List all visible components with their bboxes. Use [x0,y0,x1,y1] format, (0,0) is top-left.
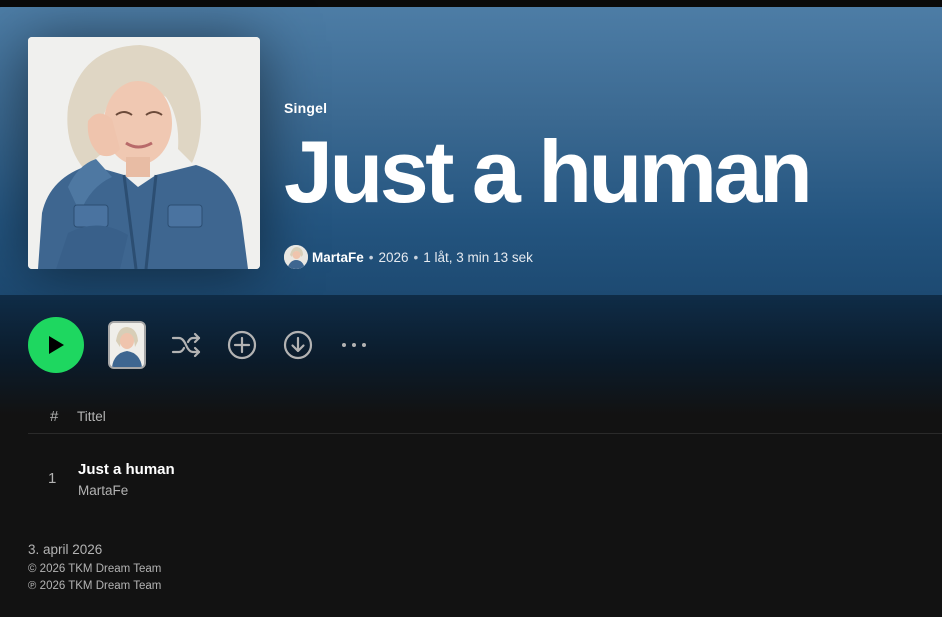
play-button[interactable] [28,317,84,373]
separator: • [413,249,419,265]
add-circle-icon [227,330,257,360]
download-button[interactable] [282,329,314,361]
play-icon [49,336,64,354]
track-number: 1 [48,470,57,487]
track-artist[interactable]: MartaFe [78,483,128,498]
copyright-text: © 2026 TKM Dream Team [28,563,162,575]
window-top-edge [0,0,942,7]
artist-avatar[interactable] [284,245,308,269]
separator: • [368,249,374,265]
album-meta: Singel [284,100,327,116]
album-page: Singel Just a human MartaFe • 2026 • 1 l… [0,0,942,617]
more-options-button[interactable] [338,329,370,361]
download-icon [283,330,313,360]
cover-photo [28,37,260,269]
track-title[interactable]: Just a human [78,461,175,478]
tracklist-header: # Tittel [28,404,942,434]
release-year: 2026 [378,249,409,265]
preview-thumbnail [110,323,144,367]
preview-thumbnail-button[interactable] [108,321,146,369]
more-icon [342,343,366,347]
add-to-library-button[interactable] [226,329,258,361]
album-cover[interactable] [28,37,260,269]
header-title[interactable]: Tittel [77,409,106,424]
album-title: Just a human [284,122,813,221]
release-info: 3. april 2026 © 2026 TKM Dream Team ℗ 20… [28,542,161,595]
phonogram-text: ℗ 2026 TKM Dream Team [28,580,162,592]
shuffle-button[interactable] [170,329,202,361]
shuffle-icon [171,332,201,358]
artist-link[interactable]: MartaFe [312,250,364,265]
release-date: 3. april 2026 [28,542,103,557]
track-summary: 1 låt, 3 min 13 sek [423,249,533,265]
track-row[interactable]: 1 Just a human MartaFe [28,452,942,506]
album-type-label: Singel [284,100,328,116]
album-byline: MartaFe • 2026 • 1 låt, 3 min 13 sek [284,245,533,269]
header-number: # [50,408,59,425]
